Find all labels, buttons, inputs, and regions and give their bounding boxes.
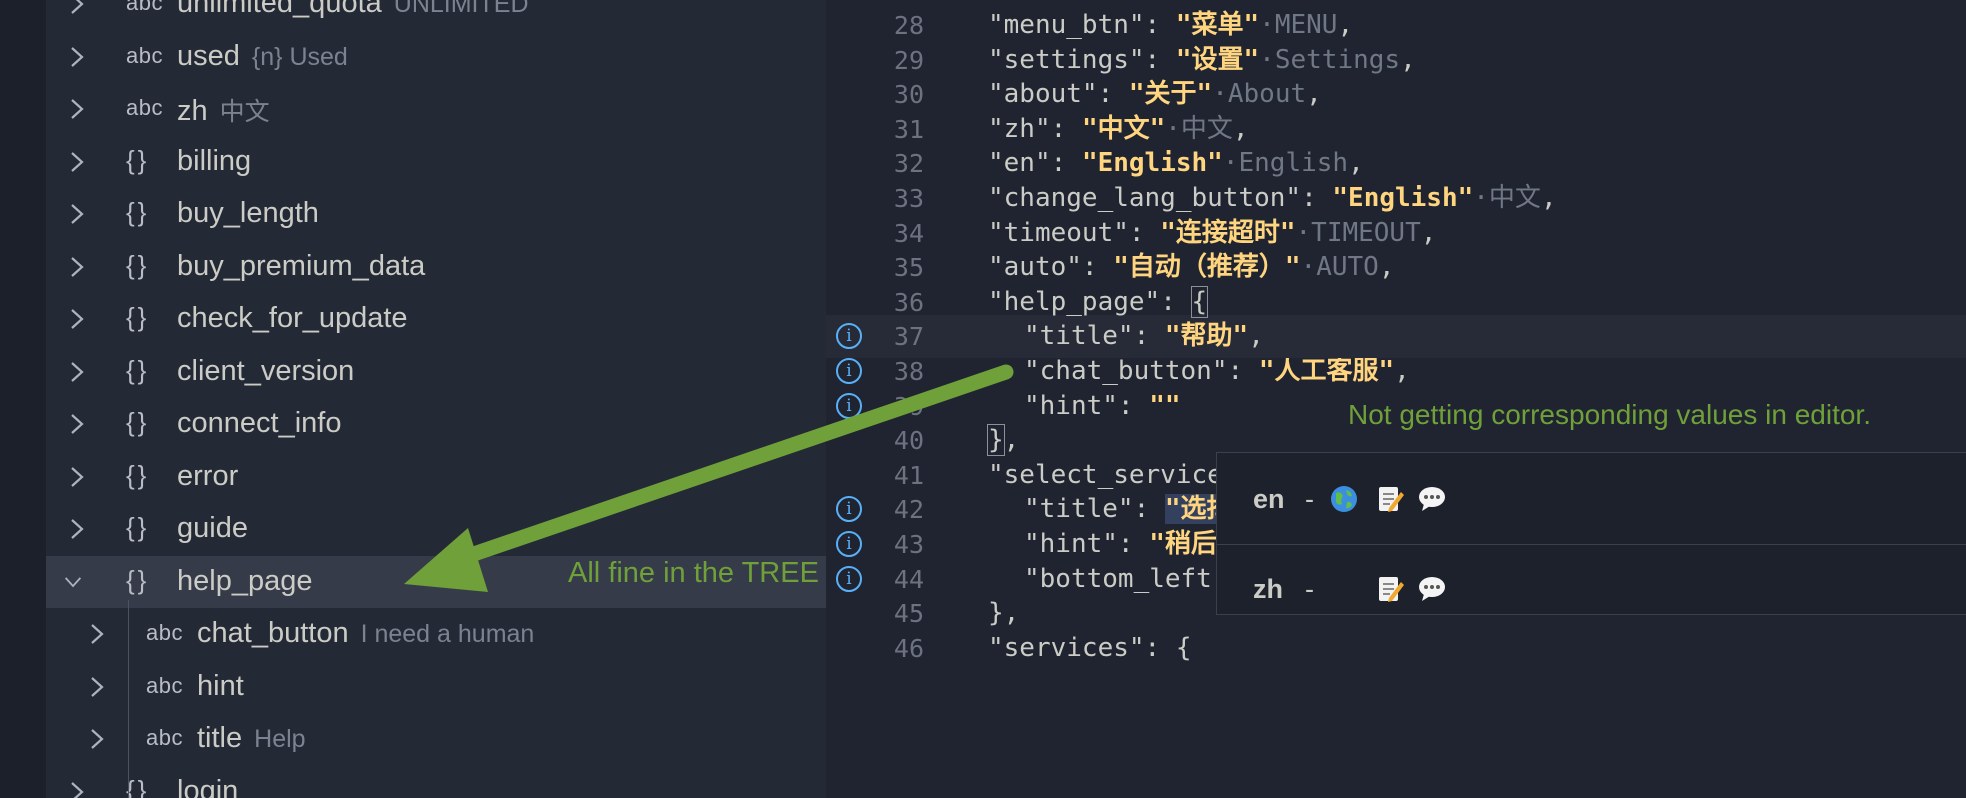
annotation-arrow xyxy=(404,364,1014,592)
